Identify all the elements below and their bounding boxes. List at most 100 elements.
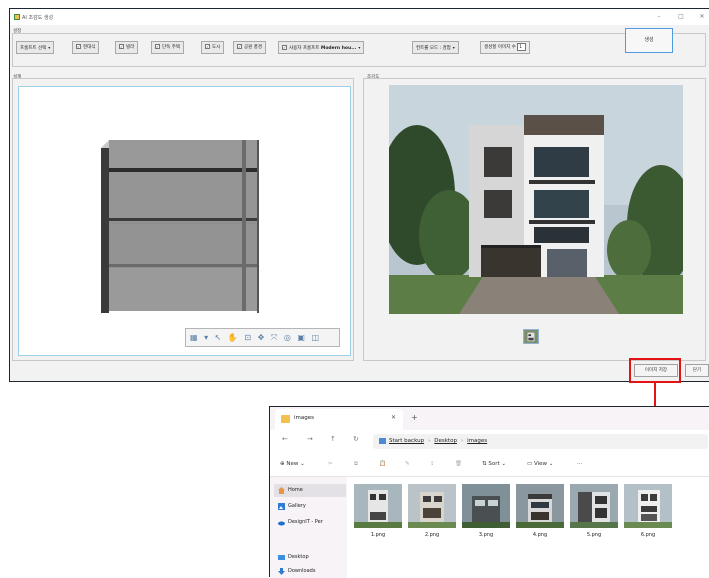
checkbox-modern[interactable]: ✓ 현대식 (72, 41, 100, 54)
file-name: 1.png (370, 532, 386, 538)
checkbox-label: 공원 풍경 (244, 45, 262, 50)
view-label: View (533, 461, 548, 467)
sidebar-item-label: Home (288, 487, 303, 493)
file-thumbnail (408, 484, 456, 528)
sidebar-item-gallery[interactable]: Gallery (274, 500, 346, 513)
delete-icon[interactable]: 🗑 (455, 461, 462, 467)
checkbox-detached-house[interactable]: ✓ 단독 주택 (151, 41, 184, 54)
sidebar-item-designit[interactable]: DesignIT - Per (274, 516, 346, 529)
gallery-icon (278, 503, 285, 510)
app-logo-icon (14, 14, 20, 20)
save-button-highlight (629, 358, 681, 383)
viewport-tools-icons[interactable]: ▦ ▾ ↖ ✋ ⊡ ✥ ⤧ ◎ ▣ ◫ (190, 333, 321, 342)
breadcrumb-images[interactable]: images (467, 438, 487, 444)
paste-icon[interactable]: 📋 (379, 461, 386, 467)
checkbox-city[interactable]: ✓ 도시 (201, 41, 225, 54)
check-icon: ✓ (237, 44, 242, 49)
maximize-button[interactable]: □ (677, 13, 685, 21)
file-thumbnail (516, 484, 564, 528)
render-thumbnail[interactable] (523, 329, 539, 344)
checkbox-label: 사용자 프롬프트 (289, 46, 320, 51)
image-count-control: 생성할 이미지 수 1 (480, 41, 531, 54)
cut-icon[interactable]: ✂ (328, 461, 333, 467)
tab-close-icon[interactable]: ✕ (391, 414, 396, 421)
chevron-down-icon: ▾ (48, 45, 51, 50)
check-icon: ✓ (119, 44, 124, 49)
prompt-select-dropdown[interactable]: 프롬프트 선택 ▾ (16, 41, 55, 54)
file-name: 4.png (532, 532, 548, 538)
user-prompt-value: Modern hou... (320, 46, 357, 51)
chevron-right-icon: › (428, 438, 431, 444)
view-button[interactable]: ▭ View ⌄ (527, 461, 553, 467)
minimize-button[interactable]: – (655, 13, 663, 21)
checkbox-park-scenery[interactable]: ✓ 공원 풍경 (233, 41, 266, 54)
chevron-right-icon: › (460, 438, 464, 444)
rename-icon[interactable]: ✎ (405, 461, 410, 467)
window-title: AI 조감도 생성 (22, 15, 54, 21)
file-item[interactable]: 5.png (570, 484, 618, 542)
sidebar-item-label: Gallery (288, 503, 306, 509)
checkbox-user-prompt[interactable]: ✓ 사용자 프롬프트 Modern hou... ▾ (278, 41, 365, 54)
up-arrow-icon[interactable]: ↑ (330, 435, 336, 443)
sidebar-item-label: Desktop (288, 554, 309, 560)
new-label: New (286, 461, 299, 467)
control-mode-label: 컨트롤 모드 : 경험 (416, 46, 451, 51)
check-icon: ✓ (205, 44, 210, 49)
file-item[interactable]: 1.png (354, 484, 402, 542)
command-bar: ⊕ New ⌄ ✂ ⧉ 📋 ✎ ⇪ 🗑 ⇅ Sort ⌄ ▭ View ⌄ ··… (270, 454, 709, 477)
file-thumbnail (462, 484, 510, 528)
chevron-down-icon: ▾ (358, 45, 361, 50)
close-button[interactable]: 닫기 (685, 364, 709, 377)
image-count-label: 생성할 이미지 수 (484, 45, 516, 50)
sort-label: Sort (488, 461, 500, 467)
sort-button[interactable]: ⇅ Sort ⌄ (482, 461, 506, 467)
onedrive-icon (379, 437, 386, 444)
sidebar-item-home[interactable]: Home (274, 484, 346, 497)
checkbox-label: 빌라 (126, 45, 135, 50)
file-name: 2.png (424, 532, 440, 538)
file-name: 5.png (586, 532, 602, 538)
generate-button[interactable]: 생성 (625, 28, 673, 53)
control-mode-dropdown[interactable]: 컨트롤 모드 : 경험 ▾ (412, 41, 459, 54)
file-list: 1.png 2.png 3.png 4.png 5.png 6.png (347, 477, 709, 578)
refresh-icon[interactable]: ↻ (353, 435, 359, 443)
new-button[interactable]: ⊕ New ⌄ (280, 461, 305, 467)
file-item[interactable]: 6.png (624, 484, 672, 542)
desktop-icon (278, 555, 285, 560)
sidebar-item-downloads[interactable]: Downloads (274, 565, 346, 578)
file-thumbnail (624, 484, 672, 528)
file-item[interactable]: 3.png (462, 484, 510, 542)
sidebar-item-desktop[interactable]: Desktop (274, 551, 346, 564)
breadcrumb-start-backup[interactable]: Start backup (389, 438, 424, 444)
checkbox-label: 단독 주택 (162, 45, 180, 50)
building-model-3d (101, 140, 259, 313)
checkbox-villa[interactable]: ✓ 빌라 (115, 41, 139, 54)
file-item[interactable]: 2.png (408, 484, 456, 542)
prompt-select-label: 프롬프트 선택 (20, 46, 47, 51)
image-count-input[interactable]: 1 (517, 42, 527, 51)
file-thumbnail (354, 484, 402, 528)
tab-images[interactable]: images ✕ (275, 409, 403, 430)
check-icon: ✓ (282, 45, 287, 50)
share-icon[interactable]: ⇪ (430, 461, 435, 467)
forward-arrow-icon[interactable]: → (307, 435, 313, 443)
file-name: 6.png (640, 532, 656, 538)
breadcrumb-desktop[interactable]: Desktop (434, 438, 457, 444)
file-explorer-window: images ✕ + ← → ↑ ↻ Start backup › Desktop ›… (269, 406, 709, 578)
file-item[interactable]: 4.png (516, 484, 564, 542)
check-icon: ✓ (76, 44, 81, 49)
check-icon: ✓ (155, 44, 160, 49)
navigation-pane: Home Gallery DesignIT - Per Desktop Down… (270, 477, 347, 578)
new-tab-button[interactable]: + (411, 413, 418, 422)
back-arrow-icon[interactable]: ← (282, 435, 288, 443)
downloads-icon (278, 568, 285, 575)
checkbox-label: 현대식 (83, 45, 96, 50)
folder-icon (281, 415, 290, 423)
close-window-button[interactable]: ✕ (698, 13, 706, 21)
sidebar-item-label: DesignIT - Per (288, 519, 323, 525)
viewport-toolbar[interactable]: ▦ ▾ ↖ ✋ ⊡ ✥ ⤧ ◎ ▣ ◫ (185, 328, 340, 347)
address-bar[interactable]: Start backup › Desktop › images (373, 434, 708, 449)
copy-icon[interactable]: ⧉ (354, 461, 358, 468)
more-options-button[interactable]: ··· (577, 461, 582, 467)
navigation-bar: ← → ↑ ↻ Start backup › Desktop › images (270, 430, 709, 454)
